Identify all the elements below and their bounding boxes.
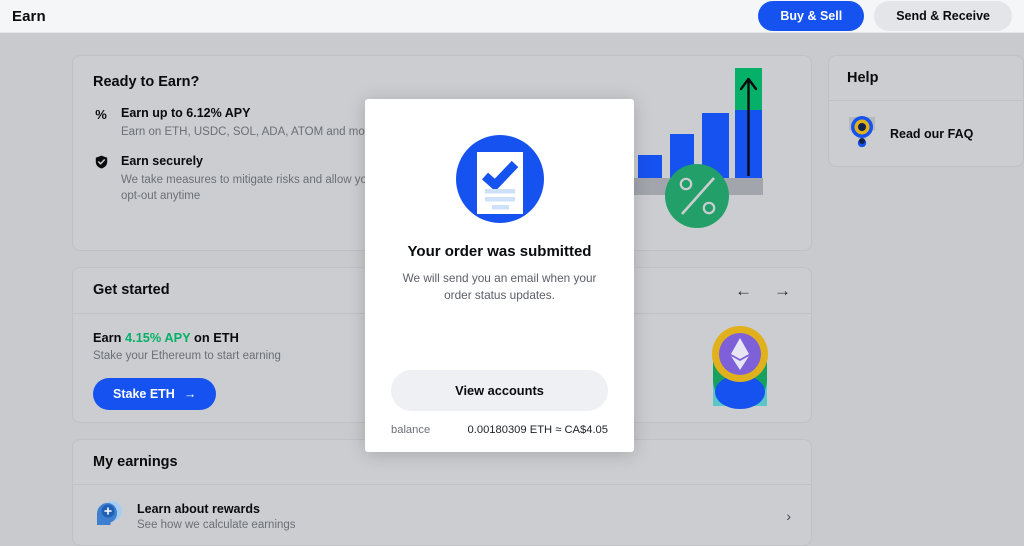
faq-bubble-icon xyxy=(847,115,877,152)
balance-label: balance xyxy=(391,424,430,436)
next-arrow-icon[interactable]: → xyxy=(774,282,791,299)
prev-arrow-icon[interactable]: ← xyxy=(735,282,752,299)
page-title: Earn xyxy=(12,8,46,25)
top-header: Earn Buy & Sell Send & Receive xyxy=(0,0,1024,33)
learn-about-rewards-row[interactable]: Learn about rewards See how we calculate… xyxy=(73,485,811,546)
read-our-faq-label: Read our FAQ xyxy=(890,127,973,141)
modal-subtitle: We will send you an email when your orde… xyxy=(391,270,608,304)
chevron-right-icon[interactable]: › xyxy=(786,508,791,524)
my-earnings-title: My earnings xyxy=(93,454,178,470)
balance-value: 0.00180309 ETH ≈ CA$4.05 xyxy=(468,424,608,436)
head-brain-icon xyxy=(93,499,123,534)
bullet-secure-subtitle: We take measures to mitigate risks and a… xyxy=(121,172,391,204)
my-earnings-card: My earnings Learn about rew xyxy=(72,439,812,546)
bullet-apy-text: Earn up to 6.12% APY Earn on ETH, USDC, … xyxy=(121,106,375,140)
bullet-apy-subtitle: Earn on ETH, USDC, SOL, ADA, ATOM and mo… xyxy=(121,124,375,140)
help-card: Help xyxy=(828,55,1024,167)
learn-about-rewards-title: Learn about rewards xyxy=(137,502,772,516)
bullet-secure-title: Earn securely xyxy=(121,154,391,169)
help-header: Help xyxy=(829,56,1023,101)
order-submitted-modal: Your order was submitted We will send yo… xyxy=(365,99,634,452)
modal-title: Your order was submitted xyxy=(391,243,608,260)
bar-chart-percent-illustration xyxy=(629,68,769,251)
ethereum-coin-illustration xyxy=(707,318,773,410)
carousel-nav: ← → xyxy=(735,282,791,299)
balance-row: balance 0.00180309 ETH ≈ CA$4.05 xyxy=(391,411,608,452)
side-column: Help xyxy=(828,55,1024,546)
offer-prefix: Earn xyxy=(93,330,125,345)
learn-about-rewards-text: Learn about rewards See how we calculate… xyxy=(137,502,772,531)
bullet-apy-title: Earn up to 6.12% APY xyxy=(121,106,375,121)
document-check-icon xyxy=(454,133,546,225)
offer-suffix: on ETH xyxy=(190,330,238,345)
help-title: Help xyxy=(847,70,878,86)
offer-apy: 4.15% APY xyxy=(125,330,190,345)
send-and-receive-button[interactable]: Send & Receive xyxy=(874,1,1012,31)
earn-page: Earn Buy & Sell Send & Receive Ready to … xyxy=(0,0,1024,546)
buy-and-sell-button[interactable]: Buy & Sell xyxy=(758,1,864,31)
shield-check-icon xyxy=(93,154,109,204)
read-our-faq-row[interactable]: Read our FAQ xyxy=(829,101,1023,166)
stake-eth-button[interactable]: Stake ETH → xyxy=(93,378,216,410)
header-actions: Buy & Sell Send & Receive xyxy=(758,1,1012,31)
view-accounts-button[interactable]: View accounts xyxy=(391,370,608,411)
bullet-secure-text: Earn securely We take measures to mitiga… xyxy=(121,154,391,204)
learn-about-rewards-subtitle: See how we calculate earnings xyxy=(137,519,772,531)
percent-icon: % xyxy=(93,106,109,140)
arrow-right-icon: → xyxy=(184,387,197,401)
stake-eth-label: Stake ETH xyxy=(113,387,175,401)
